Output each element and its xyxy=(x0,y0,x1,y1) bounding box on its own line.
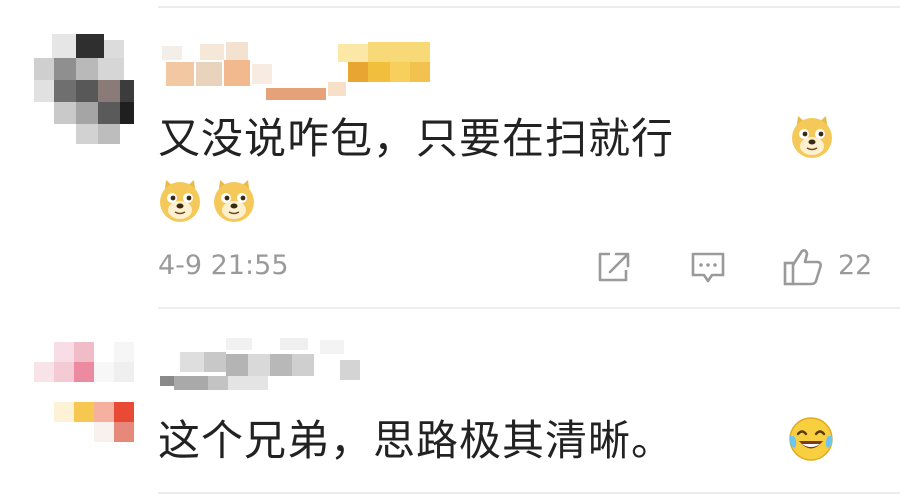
doge-emoji-icon xyxy=(160,180,200,222)
top-divider xyxy=(158,6,900,8)
comment-divider xyxy=(158,307,900,309)
laughing-tears-emoji-icon xyxy=(789,417,833,461)
comment-icon[interactable] xyxy=(690,251,726,285)
username[interactable] xyxy=(162,40,430,102)
like-count: 22 xyxy=(838,250,873,281)
thumbs-up-icon[interactable] xyxy=(782,247,824,287)
avatar[interactable] xyxy=(34,342,134,446)
comment-text: 又没说咋包，只要在扫就行 xyxy=(158,114,675,163)
share-icon[interactable] xyxy=(596,250,632,284)
comment-timestamp: 4-9 21:55 xyxy=(158,250,289,281)
doge-emoji-icon xyxy=(214,180,254,222)
comment-text: 这个兄弟，思路极其清晰。 xyxy=(158,416,675,465)
username[interactable] xyxy=(160,338,360,394)
avatar[interactable] xyxy=(34,34,134,144)
comment-divider xyxy=(158,492,900,494)
doge-emoji-icon xyxy=(792,116,832,158)
